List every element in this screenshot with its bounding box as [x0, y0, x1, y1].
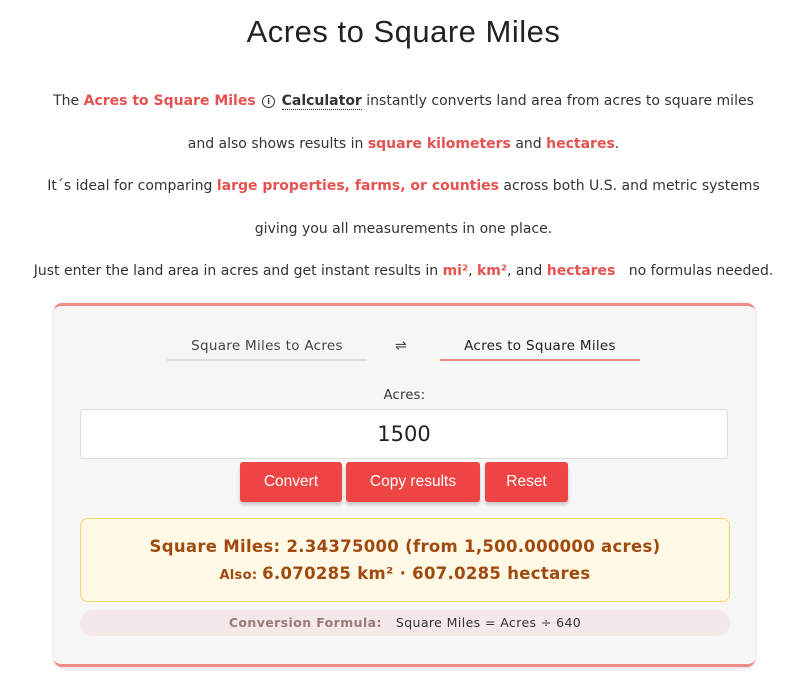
highlight-km2: km²	[477, 263, 508, 279]
intro-line-3: It´s ideal for comparing large propertie…	[47, 178, 760, 194]
formula-label: Conversion Formula:	[228, 615, 382, 630]
page-title: Acres to Square Miles	[246, 14, 561, 49]
hectares-link[interactable]: hectares	[546, 136, 615, 152]
conversion-formula: Conversion Formula: Square Miles = Acres…	[80, 610, 730, 636]
tab-square-miles-to-acres[interactable]: Square Miles to Acres	[167, 338, 367, 361]
highlight-hectares: hectares	[546, 263, 616, 279]
convert-button[interactable]: Convert	[240, 462, 342, 502]
tab-acres-to-square-miles[interactable]: Acres to Square Miles	[440, 338, 640, 361]
info-circle-icon[interactable]: i	[262, 95, 276, 108]
swap-arrows-icon[interactable]: ⇌	[395, 338, 407, 354]
intro-line-5: Just enter the land area in acres and ge…	[33, 263, 774, 279]
copy-results-button[interactable]: Copy results	[346, 462, 480, 502]
highlight-large-properties: large properties, farms, or counties	[216, 178, 499, 194]
result-square-miles: Square Miles: 2.34375000 (from 1,500.000…	[149, 537, 661, 556]
square-kilometers-link[interactable]: square kilometers	[368, 136, 511, 152]
formula-text: Square Miles = Acres ÷ 640	[395, 615, 582, 630]
converter-card: Square Miles to Acres ⇌ Acres to Square …	[54, 303, 755, 667]
acres-label: Acres:	[383, 388, 426, 403]
acres-to-square-miles-link[interactable]: Acres to Square Miles	[84, 93, 256, 109]
intro-line-4: giving you all measurements in one place…	[254, 221, 553, 237]
calculator-link[interactable]: Calculator	[281, 93, 362, 110]
result-box: Square Miles: 2.34375000 (from 1,500.000…	[80, 518, 730, 602]
also-value: 6.070285 km² · 607.0285 hectares	[262, 564, 591, 583]
intro-line-1: The Acres to Square Miles i Calculator i…	[53, 93, 754, 110]
intro-line-2: and also shows results in square kilomet…	[187, 136, 620, 152]
result-also: Also: 6.070285 km² · 607.0285 hectares	[81, 564, 729, 583]
acres-input[interactable]	[80, 409, 728, 459]
reset-button[interactable]: Reset	[485, 462, 568, 502]
highlight-mi2: mi²	[442, 263, 469, 279]
also-label: Also:	[219, 568, 263, 583]
